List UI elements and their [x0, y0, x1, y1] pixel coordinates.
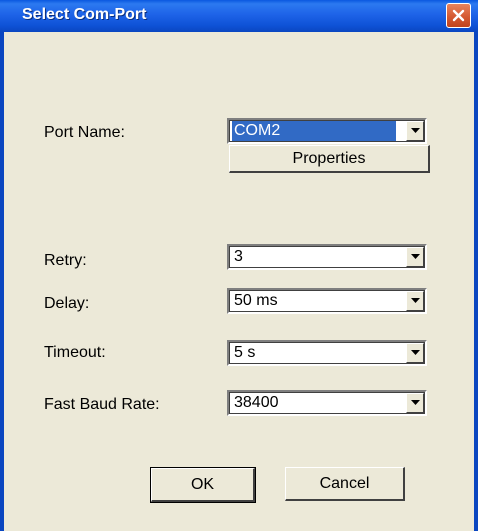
- chevron-down-icon: [411, 254, 420, 259]
- port-name-select[interactable]: COM2: [227, 118, 427, 144]
- window-frame-right: [474, 32, 478, 531]
- retry-label: Retry:: [44, 252, 87, 269]
- select-com-port-dialog: Select Com-Port Port Name: COM2 Properti…: [0, 0, 478, 531]
- delay-label: Delay:: [44, 295, 90, 312]
- port-name-dropdown-button[interactable]: [406, 121, 424, 141]
- timeout-value: 5 s: [234, 344, 256, 361]
- delay-select[interactable]: 50 ms: [227, 288, 427, 314]
- fast-baud-rate-dropdown-button[interactable]: [406, 393, 424, 413]
- port-name-value: COM2: [232, 121, 396, 141]
- chevron-down-icon: [411, 350, 420, 355]
- close-button[interactable]: [446, 3, 471, 28]
- retry-dropdown-button[interactable]: [406, 247, 424, 267]
- chevron-down-icon: [411, 400, 420, 405]
- timeout-label: Timeout:: [44, 344, 106, 361]
- fast-baud-rate-label: Fast Baud Rate:: [44, 396, 160, 413]
- chevron-down-icon: [411, 298, 420, 303]
- retry-select[interactable]: 3: [227, 244, 427, 270]
- title-bar[interactable]: Select Com-Port: [0, 0, 478, 32]
- timeout-select[interactable]: 5 s: [227, 340, 427, 366]
- retry-value: 3: [234, 248, 243, 265]
- fast-baud-rate-select[interactable]: 38400: [227, 390, 427, 416]
- chevron-down-icon: [411, 128, 420, 133]
- cancel-button[interactable]: Cancel: [285, 467, 405, 501]
- port-name-label: Port Name:: [44, 124, 125, 141]
- window-frame-left: [0, 32, 4, 531]
- delay-value: 50 ms: [234, 292, 278, 309]
- fast-baud-rate-value: 38400: [234, 394, 279, 411]
- timeout-dropdown-button[interactable]: [406, 343, 424, 363]
- ok-button[interactable]: OK: [150, 467, 256, 503]
- delay-dropdown-button[interactable]: [406, 291, 424, 311]
- close-icon: [452, 9, 465, 22]
- dialog-title: Select Com-Port: [22, 6, 147, 23]
- properties-button[interactable]: Properties: [229, 145, 430, 173]
